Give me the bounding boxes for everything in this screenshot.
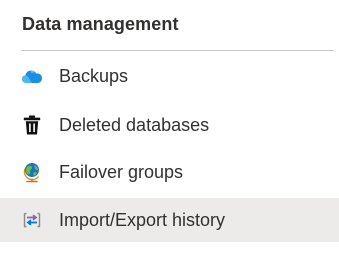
nav-item-import-export-history[interactable]: Import/Export history <box>0 198 339 242</box>
nav-item-label: Deleted databases <box>59 114 210 135</box>
globe-icon <box>20 160 44 184</box>
trash-icon <box>20 113 44 137</box>
nav-item-label: Failover groups <box>59 161 184 182</box>
section-divider <box>21 50 334 51</box>
nav-item-failover-groups[interactable]: Failover groups <box>0 150 339 194</box>
data-management-panel: Data management Backups Deleted database… <box>0 0 339 270</box>
nav-item-deleted-databases[interactable]: Deleted databases <box>0 103 339 147</box>
nav-item-label: Backups <box>59 65 129 86</box>
nav-item-backups[interactable]: Backups <box>0 54 339 98</box>
cloud-backup-icon <box>20 64 44 88</box>
nav-item-label: Import/Export history <box>59 209 226 230</box>
section-header: Data management <box>22 14 179 34</box>
import-export-icon <box>20 208 44 232</box>
